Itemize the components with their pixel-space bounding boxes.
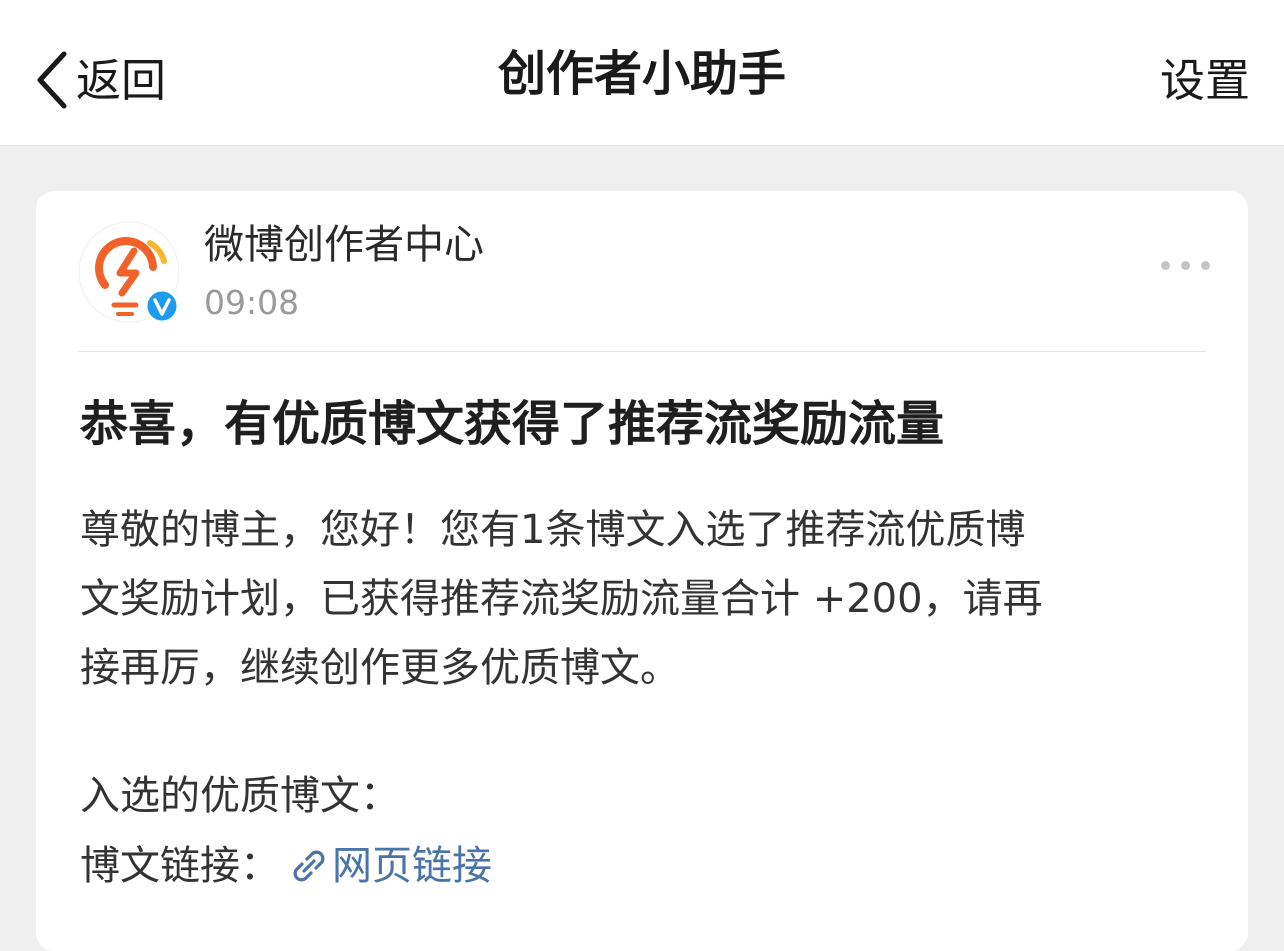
link-icon	[293, 850, 325, 882]
avatar[interactable]	[78, 221, 180, 323]
message-body: 尊敬的博主，您好！您有1条博文入选了推荐流优质博 文奖励计划，已获得推荐流奖励流…	[80, 496, 1205, 703]
post-link-row: 博文链接： 网页链接	[80, 846, 492, 886]
verified-badge-icon	[144, 288, 180, 323]
more-options-button[interactable]	[1161, 261, 1210, 270]
page-title: 创作者小助手	[497, 46, 786, 102]
divider	[78, 351, 1206, 352]
navigation-bar: 返回 创作者小助手 设置	[0, 0, 1284, 146]
more-dot	[1181, 261, 1190, 270]
more-dot	[1201, 261, 1210, 270]
more-dot	[1161, 261, 1170, 270]
message-time: 09:08	[204, 283, 300, 322]
body-line: 尊敬的博主，您好！您有1条博文入选了推荐流优质博	[80, 507, 1026, 553]
selected-posts-label: 入选的优质博文：	[80, 773, 400, 819]
settings-button[interactable]: 设置	[1160, 58, 1250, 103]
body-line: 文奖励计划，已获得推荐流奖励流量合计 +200，请再	[80, 576, 1043, 622]
post-link-label: 博文链接：	[80, 843, 280, 889]
message-title: 恭喜，有优质博文获得了推荐流奖励流量	[80, 396, 945, 452]
web-link-text: 网页链接	[332, 843, 492, 889]
body-line: 接再厉，继续创作更多优质博文。	[80, 645, 680, 691]
message-card: 微博创作者中心 09:08 恭喜，有优质博文获得了推荐流奖励流量 尊敬的博主，您…	[36, 191, 1248, 951]
sender-name[interactable]: 微博创作者中心	[204, 225, 484, 265]
web-link[interactable]: 网页链接	[290, 846, 492, 886]
